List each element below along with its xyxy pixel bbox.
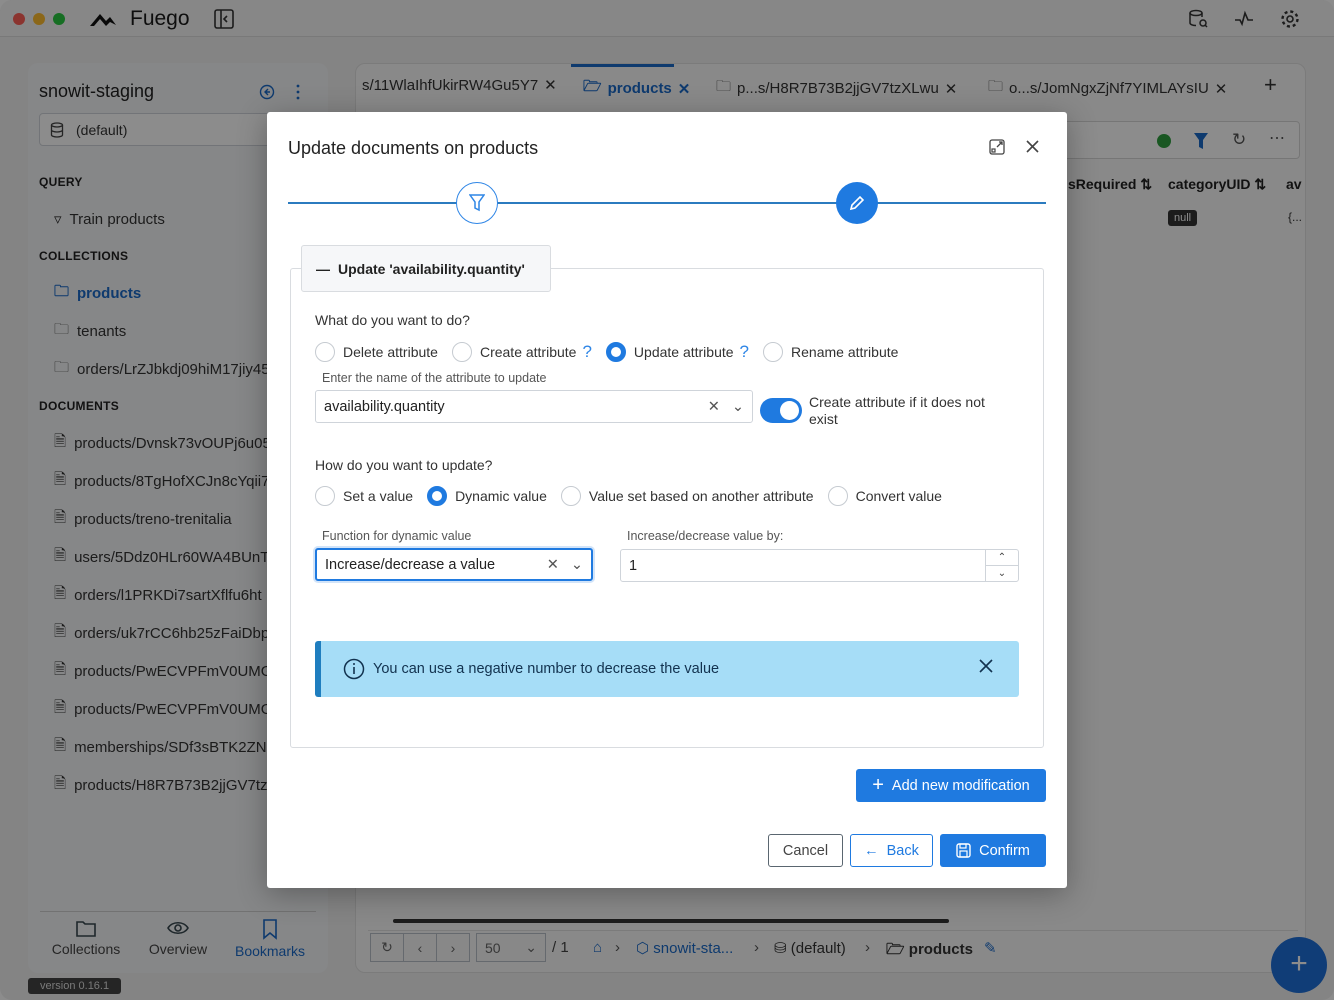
amount-spinner[interactable]: ⌃ ⌄ [985,550,1018,581]
step-update[interactable] [836,182,878,224]
cancel-button[interactable]: Cancel [768,834,843,867]
back-button[interactable]: ← Back [850,834,933,867]
update-question: How do you want to update? [315,457,493,473]
step-filter[interactable] [456,182,498,224]
attribute-name-label: Enter the name of the attribute to updat… [322,371,547,385]
create-if-missing-toggle[interactable] [760,398,802,423]
chevron-down-icon[interactable]: ⌄ [732,399,744,415]
action-radio-group: Delete attribute Create attribute? Updat… [315,342,912,362]
decrement-icon[interactable]: ⌄ [986,566,1018,581]
radio-delete-attribute[interactable]: Delete attribute [315,342,438,362]
radio-value-from-attribute[interactable]: Value set based on another attribute [560,486,814,506]
close-alert-icon[interactable] [979,659,993,673]
close-icon[interactable] [1025,139,1040,154]
increment-icon[interactable]: ⌃ [986,550,1018,566]
radio-create-attribute[interactable]: Create attribute? [451,342,592,362]
clear-icon[interactable]: ✕ [708,399,720,415]
save-icon [956,843,971,858]
help-icon[interactable]: ? [582,342,591,362]
info-alert: You can use a negative number to decreas… [315,641,1019,697]
update-mode-radio-group: Set a value Dynamic value Value set base… [315,486,956,506]
plus-icon: + [872,774,884,796]
radio-update-attribute[interactable]: Update attribute? [605,342,749,362]
amount-input[interactable]: 1 ⌃ ⌄ [620,549,1019,582]
radio-dynamic-value[interactable]: Dynamic value [427,486,547,506]
modification-header[interactable]: — Update 'availability.quantity' [301,245,551,292]
help-icon[interactable]: ? [740,342,749,362]
add-modification-button[interactable]: + Add new modification [856,769,1046,802]
radio-rename-attribute[interactable]: Rename attribute [763,342,898,362]
radio-set-value[interactable]: Set a value [315,486,413,506]
radio-convert-value[interactable]: Convert value [827,486,942,506]
update-documents-modal: Update documents on products — Update 'a… [267,112,1067,888]
chevron-down-icon[interactable]: ⌄ [571,557,583,573]
attribute-name-input[interactable]: availability.quantity ✕ ⌄ [315,390,753,423]
expand-icon[interactable] [989,139,1005,155]
collapse-icon[interactable]: — [316,261,330,277]
action-question: What do you want to do? [315,312,470,328]
stepper-line [288,202,1046,204]
modal-title: Update documents on products [288,138,539,158]
pencil-icon [849,195,865,211]
create-if-missing-label: Create attribute if it does not exist [809,394,985,427]
filter-icon [469,194,485,212]
clear-icon[interactable]: ✕ [547,557,559,573]
function-select[interactable]: Increase/decrease a value ✕ ⌄ [315,548,593,581]
function-label: Function for dynamic value [322,529,472,543]
arrow-left-icon: ← [864,842,879,859]
info-icon [343,658,365,680]
amount-label: Increase/decrease value by: [627,529,784,543]
confirm-button[interactable]: Confirm [940,834,1046,867]
